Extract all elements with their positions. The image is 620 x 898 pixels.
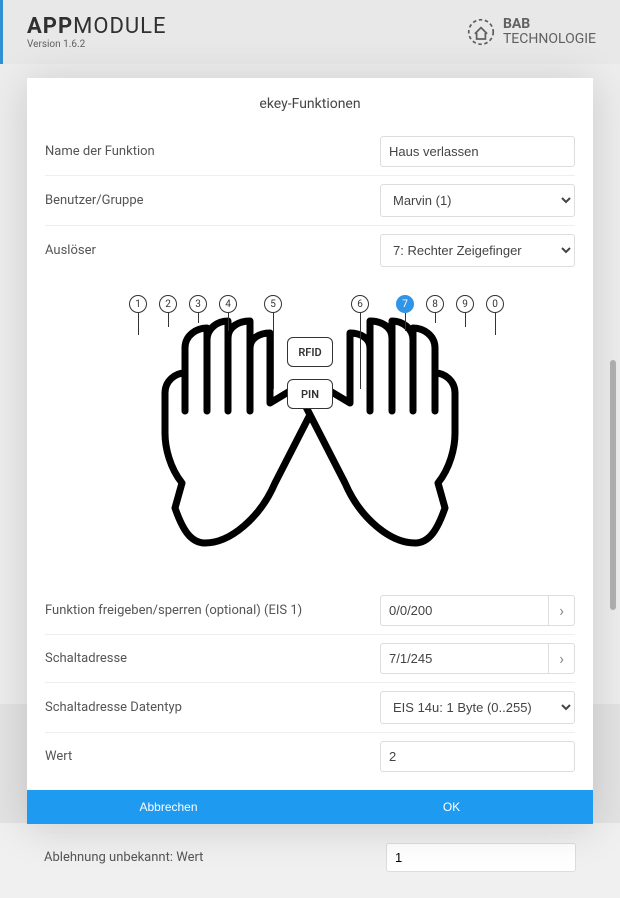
row-trigger: Auslöser 7: Rechter Zeigefinger <box>45 226 575 275</box>
fn-release-input[interactable] <box>380 595 549 626</box>
finger-5[interactable]: 5 <box>264 295 282 313</box>
name-input[interactable] <box>380 136 575 167</box>
fn-release-chevron[interactable]: › <box>549 595 575 626</box>
trigger-select[interactable]: 7: Rechter Zeigefinger <box>380 234 575 267</box>
label-user: Benutzer/Gruppe <box>45 193 380 208</box>
finger-8[interactable]: 8 <box>426 295 444 313</box>
finger-3[interactable]: 3 <box>189 295 207 313</box>
modal-footer: Abbrechen OK <box>27 790 593 824</box>
ablehnung-wert-input[interactable] <box>386 843 576 872</box>
ok-button[interactable]: OK <box>310 790 593 824</box>
label-fn-release: Funktion freigeben/sperren (optional) (E… <box>45 603 380 618</box>
cancel-button[interactable]: Abbrechen <box>27 790 310 824</box>
finger-0[interactable]: 0 <box>486 295 504 313</box>
label-ablehnung-wert: Ablehnung unbekannt: Wert <box>44 850 386 865</box>
label-schalt-dtype: Schaltadresse Datentyp <box>45 700 380 715</box>
schalt-chevron[interactable]: › <box>549 643 575 674</box>
modal-title: ekey-Funktionen <box>45 92 575 128</box>
row-name: Name der Funktion <box>45 128 575 176</box>
row-schalt-dtype: Schaltadresse Datentyp EIS 14u: 1 Byte (… <box>45 683 575 733</box>
label-trigger: Auslöser <box>45 243 380 258</box>
row-fn-release: Funktion freigeben/sperren (optional) (E… <box>45 587 575 635</box>
user-select[interactable]: Marvin (1) <box>380 184 575 217</box>
row-user: Benutzer/Gruppe Marvin (1) <box>45 176 575 226</box>
finger-9[interactable]: 9 <box>456 295 474 313</box>
pin-button[interactable]: PIN <box>287 379 333 409</box>
hands-icon <box>110 293 510 573</box>
finger-2[interactable]: 2 <box>159 295 177 313</box>
finger-6[interactable]: 6 <box>351 295 369 313</box>
label-name: Name der Funktion <box>45 144 380 159</box>
modal-overlay: ekey-Funktionen Name der Funktion Benutz… <box>0 0 620 823</box>
rfid-button[interactable]: RFID <box>287 337 333 367</box>
chevron-right-icon: › <box>559 601 564 620</box>
finger-7[interactable]: 7 <box>396 295 414 313</box>
label-schalt: Schaltadresse <box>45 651 380 666</box>
schalt-input[interactable] <box>380 643 549 674</box>
row-schalt: Schaltadresse › <box>45 635 575 683</box>
schalt-dtype-select[interactable]: EIS 14u: 1 Byte (0..255) <box>380 691 575 724</box>
finger-4[interactable]: 4 <box>219 295 237 313</box>
chevron-right-icon: › <box>559 649 564 668</box>
modal: ekey-Funktionen Name der Funktion Benutz… <box>27 78 593 824</box>
row-ablehnung-wert: Ablehnung unbekannt: Wert <box>44 833 576 882</box>
wert-input[interactable] <box>380 741 575 772</box>
finger-1[interactable]: 1 <box>129 295 147 313</box>
hands-diagram: 1 2 3 4 5 6 7 8 9 <box>45 275 575 587</box>
label-wert: Wert <box>45 749 380 764</box>
row-wert: Wert <box>45 733 575 780</box>
